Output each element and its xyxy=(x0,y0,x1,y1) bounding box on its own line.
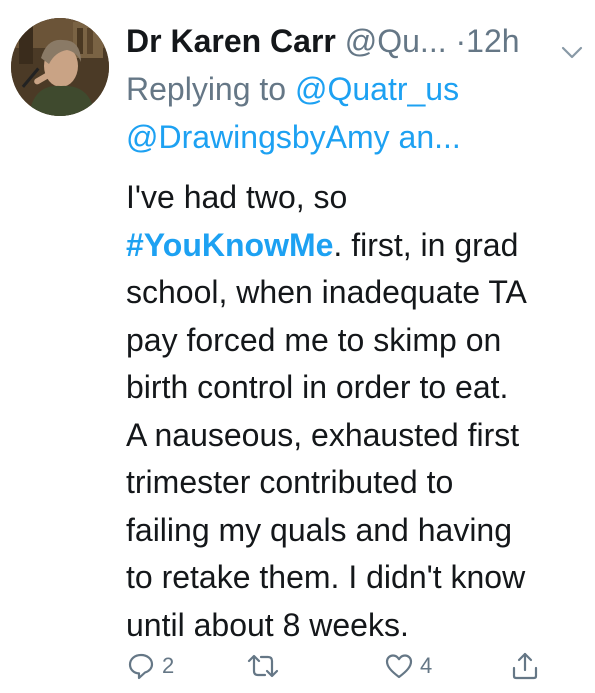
tweet-text-line: birth control in order to eat. xyxy=(126,369,509,405)
user-handle[interactable]: @Qu... xyxy=(345,23,447,59)
reply-count: 2 xyxy=(162,653,175,678)
tweet-header: Dr Karen Carr @Qu... ·12h xyxy=(126,20,586,62)
share-icon xyxy=(510,651,540,681)
hashtag-link[interactable]: #YouKnowMe xyxy=(126,227,333,263)
tweet[interactable]: Dr Karen Carr @Qu... ·12h Replying to @Q… xyxy=(0,0,595,693)
timestamp[interactable]: 12h xyxy=(466,23,519,59)
tweet-text-line: trimester contributed to xyxy=(126,464,454,500)
replying-to: Replying to @Quatr_us xyxy=(126,66,586,112)
tweet-text-segment: . first, in grad xyxy=(333,226,519,263)
tweet-text-line: until about 8 weeks. xyxy=(126,606,409,643)
like-button[interactable]: 4 xyxy=(384,648,432,684)
reply-icon xyxy=(126,651,156,681)
retweet-icon xyxy=(246,651,280,681)
share-button[interactable] xyxy=(510,648,540,684)
tweet-text-line: A nauseous, exhausted first xyxy=(126,416,520,453)
display-name[interactable]: Dr Karen Carr xyxy=(126,23,336,59)
reply-button[interactable]: 2 xyxy=(126,648,174,684)
replying-to-more: @DrawingsbyAmy an... xyxy=(126,114,586,160)
tweet-text-line: #YouKnowMe. first, in grad xyxy=(126,222,588,270)
retweet-button[interactable] xyxy=(246,648,286,684)
avatar[interactable] xyxy=(11,18,109,116)
tweet-text: I've had two, so #YouKnowMe. first, in g… xyxy=(126,174,588,649)
tweet-text-line: I've had two, so xyxy=(126,179,348,215)
tweet-text-line: school, when inadequate TA xyxy=(126,274,527,310)
replying-to-label: Replying to xyxy=(126,71,295,107)
separator-dot: · xyxy=(455,23,467,59)
like-count: 4 xyxy=(420,653,433,678)
tweet-text-line: failing my quals and having xyxy=(126,511,513,548)
reply-mention-more-link[interactable]: @DrawingsbyAmy an... xyxy=(126,119,461,155)
tweet-text-line: pay forced me to skimp on xyxy=(126,321,502,358)
heart-icon xyxy=(384,651,414,681)
chevron-down-icon[interactable] xyxy=(560,30,584,59)
tweet-actions: 2 4 xyxy=(126,648,586,684)
tweet-text-line: to retake them. I didn't know xyxy=(126,559,526,595)
reply-mention-link[interactable]: @Quatr_us xyxy=(295,71,459,107)
